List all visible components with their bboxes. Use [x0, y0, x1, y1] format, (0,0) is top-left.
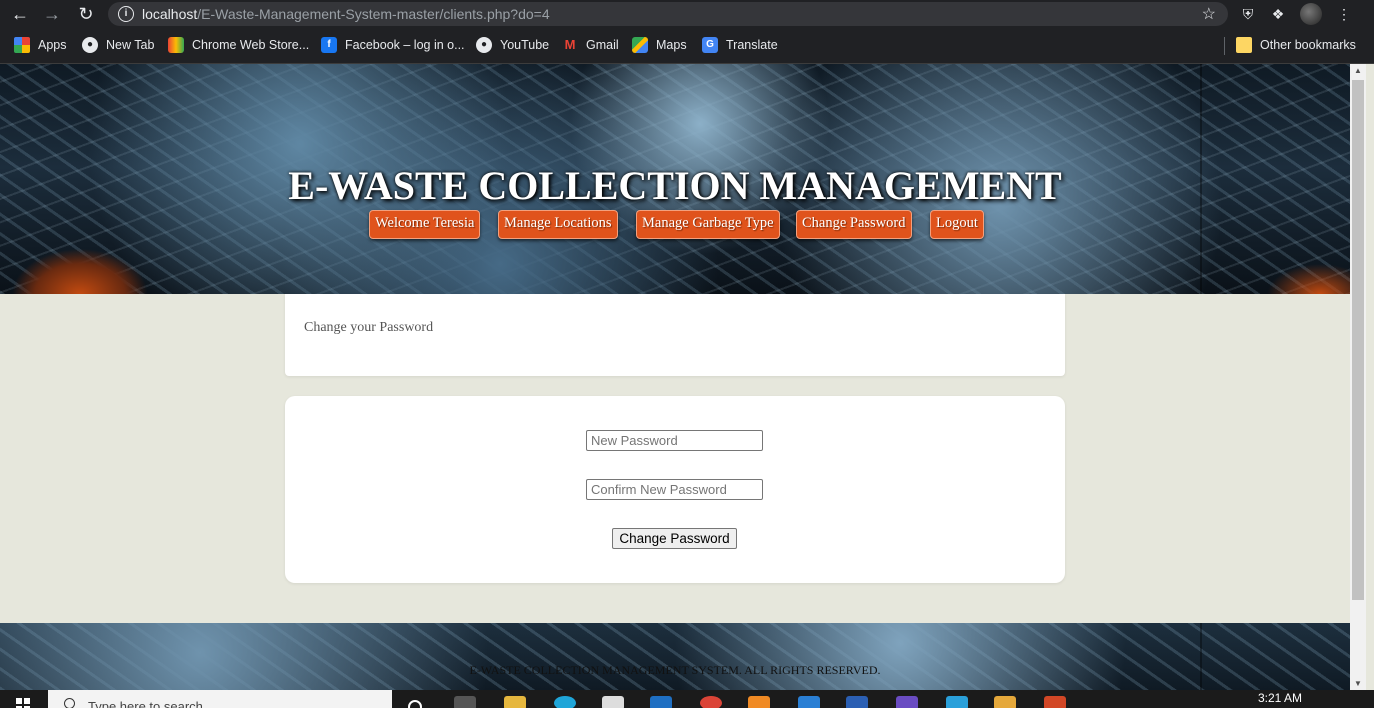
footer-copyright: E-WASTE COLLECTION MANAGEMENT SYSTEM. AL… — [469, 663, 881, 677]
main-menu: Welcome Teresia Manage Locations Manage … — [0, 210, 1350, 240]
scrollbar-thumb[interactable] — [1352, 80, 1364, 600]
confirm-password-input[interactable] — [586, 479, 763, 500]
menu-manage-garbage-type[interactable]: Manage Garbage Type — [636, 210, 780, 239]
change-password-form: Change Password — [285, 396, 1065, 583]
forward-arrow-icon[interactable]: → — [42, 4, 62, 24]
taskbar-clock[interactable]: 3:21 AM — [1258, 691, 1302, 705]
page-heading: Change your Password — [304, 320, 434, 335]
windows-start-icon[interactable] — [16, 698, 30, 708]
globe-icon: ● — [82, 37, 98, 53]
bookmark-new-tab[interactable]: ● New Tab — [82, 37, 154, 53]
bookmark-separator — [1224, 37, 1225, 55]
bookmark-youtube[interactable]: ● YouTube — [476, 37, 549, 53]
bookmark-facebook[interactable]: f Facebook – log in o... — [321, 37, 465, 53]
bookmark-chrome-web-store[interactable]: Chrome Web Store... — [168, 37, 309, 53]
site-title: E-WASTE COLLECTION MANAGEMENT — [288, 163, 1062, 208]
bookmark-other-bookmarks[interactable]: Other bookmarks — [1236, 37, 1356, 53]
new-password-input[interactable] — [586, 430, 763, 451]
maps-icon — [632, 37, 648, 53]
chrome-icon[interactable] — [700, 696, 722, 708]
footer-seam — [1200, 623, 1202, 690]
puzzle-extensions-icon[interactable]: ❖ — [1268, 4, 1288, 24]
folder-icon — [1236, 37, 1252, 53]
site-footer: E-WASTE COLLECTION MANAGEMENT SYSTEM. AL… — [0, 623, 1350, 690]
gmail-icon: M — [564, 37, 576, 52]
search-icon — [64, 698, 75, 708]
mail-icon[interactable] — [650, 696, 672, 708]
globe-icon: ● — [476, 37, 492, 53]
site-header-banner: E-WASTE COLLECTION MANAGEMENT Welcome Te… — [0, 64, 1350, 294]
site-info-icon[interactable]: i — [118, 6, 134, 22]
menu-kebab-icon[interactable]: ⋮ — [1334, 4, 1354, 24]
word-icon[interactable] — [846, 696, 868, 708]
url-text[interactable]: localhost/E-Waste-Management-System-mast… — [142, 6, 550, 22]
browser-toolbar: ← → ↻ i localhost/E-Waste-Management-Sys… — [0, 0, 1374, 28]
page-scrollbar[interactable]: ▲ ▼ — [1350, 64, 1366, 690]
task-view-icon[interactable] — [454, 696, 476, 708]
webstore-icon — [168, 37, 184, 53]
edge-icon[interactable] — [554, 696, 576, 708]
xampp-icon[interactable] — [748, 696, 770, 708]
menu-change-password[interactable]: Change Password — [796, 210, 912, 239]
back-arrow-icon[interactable]: ← — [10, 4, 30, 24]
store-icon[interactable] — [602, 696, 624, 708]
vscode-icon[interactable] — [798, 696, 820, 708]
profile-avatar[interactable] — [1300, 3, 1322, 25]
window-edge — [1366, 64, 1374, 690]
scroll-up-arrow-icon[interactable]: ▲ — [1354, 66, 1362, 75]
bookmark-maps[interactable]: Maps — [632, 37, 687, 53]
taskbar-search-box[interactable]: Type here to search — [48, 690, 392, 708]
translate-icon: G — [702, 37, 718, 53]
reload-icon[interactable]: ↻ — [76, 4, 96, 24]
bookmark-translate[interactable]: G Translate — [702, 37, 778, 53]
bookmark-gmail[interactable]: M Gmail — [562, 37, 619, 53]
bookmark-apps[interactable]: Apps — [14, 37, 67, 53]
app-icon-3[interactable] — [994, 696, 1016, 708]
apps-grid-icon — [14, 37, 30, 53]
taskbar-search-placeholder: Type here to search — [88, 699, 203, 708]
change-password-button[interactable]: Change Password — [612, 528, 737, 549]
menu-manage-locations[interactable]: Manage Locations — [498, 210, 618, 239]
bookmark-star-icon[interactable]: ☆ — [1202, 4, 1216, 24]
shield-extension-icon[interactable]: ⛨ — [1238, 4, 1258, 24]
cortana-icon[interactable] — [408, 700, 422, 708]
app-icon-2[interactable] — [946, 696, 968, 708]
page-viewport: E-WASTE COLLECTION MANAGEMENT Welcome Te… — [0, 64, 1350, 690]
app-icon[interactable] — [896, 696, 918, 708]
menu-welcome-user[interactable]: Welcome Teresia — [369, 210, 481, 239]
scroll-down-arrow-icon[interactable]: ▼ — [1354, 679, 1362, 688]
app-icon-4[interactable] — [1044, 696, 1066, 708]
bookmarks-bar: Apps ● New Tab Chrome Web Store... f Fac… — [0, 28, 1374, 64]
menu-logout[interactable]: Logout — [930, 210, 984, 239]
page-heading-panel: Change your Password — [285, 294, 1065, 376]
facebook-icon: f — [321, 37, 337, 53]
address-bar[interactable]: i localhost/E-Waste-Management-System-ma… — [108, 2, 1228, 26]
windows-taskbar: Type here to search 3:21 AM — [0, 690, 1374, 708]
file-explorer-icon[interactable] — [504, 696, 526, 708]
